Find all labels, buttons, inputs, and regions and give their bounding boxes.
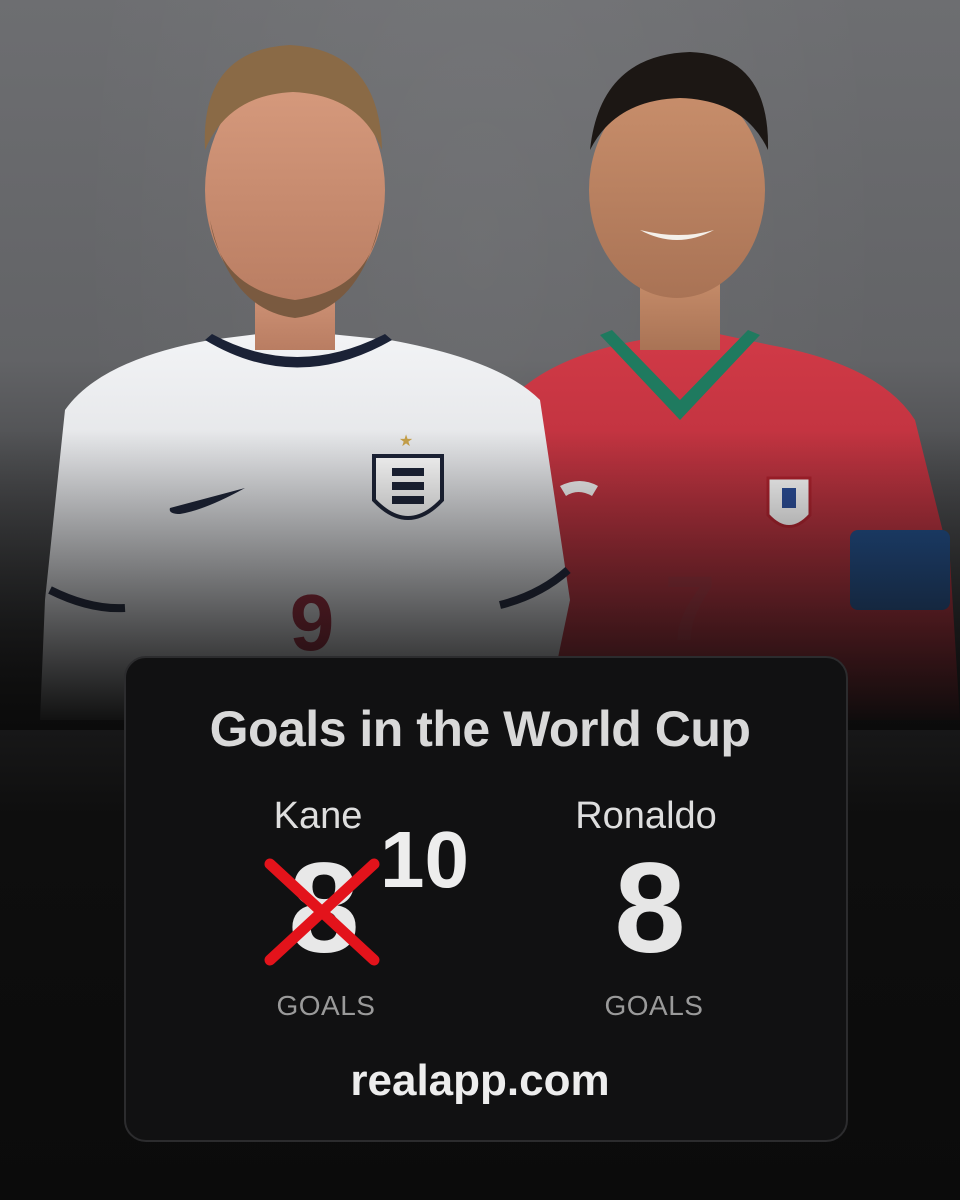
kane-goals-label: GOALS — [276, 990, 376, 1021]
ronaldo-name: Ronaldo — [575, 795, 717, 837]
website-link[interactable]: realapp.com — [0, 1056, 960, 1106]
card-title: Goals in the World Cup — [209, 701, 751, 757]
ronaldo-goals: 8 — [614, 837, 686, 980]
cross-out-icon — [264, 858, 380, 966]
ronaldo-goals-label: GOALS — [604, 990, 704, 1021]
poster: 7 ★ 9 Goals in the Wor — [0, 0, 960, 1200]
kane-new-goals: 10 — [380, 815, 469, 904]
